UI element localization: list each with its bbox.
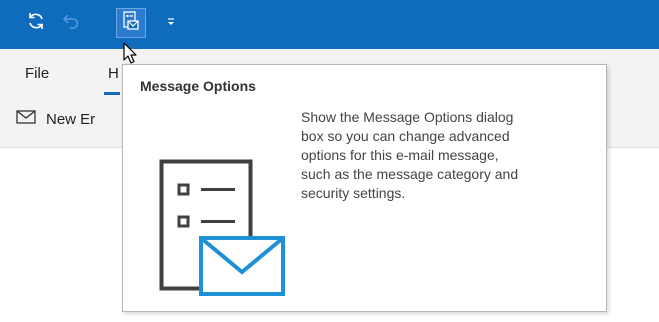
customize-toolbar-dropdown-icon <box>166 14 176 32</box>
tooltip-description: Show the Message Options dialog box so y… <box>301 108 591 203</box>
quick-access-toolbar <box>0 0 659 49</box>
tooltip-line: box so you can change advanced <box>301 128 510 144</box>
new-email-label: New Er <box>46 110 96 128</box>
tab-file[interactable]: File <box>25 65 49 82</box>
tooltip-line: such as the message category and <box>301 166 519 182</box>
tab-home[interactable]: H <box>108 65 119 82</box>
message-options-icon <box>122 10 140 36</box>
tooltip-line: options for this e-mail message, <box>301 147 499 163</box>
sync-icon <box>26 11 46 36</box>
message-options-button[interactable] <box>116 8 146 38</box>
message-options-tooltip: Message Options Show the Message Options… <box>122 64 607 312</box>
customize-toolbar-dropdown[interactable] <box>158 8 184 38</box>
new-email-button[interactable]: New Er <box>16 110 95 128</box>
sync-button[interactable] <box>21 8 51 38</box>
tooltip-line: Show the Message Options dialog <box>301 109 514 125</box>
undo-icon <box>62 12 80 35</box>
undo-button[interactable] <box>56 8 86 38</box>
envelope-icon <box>16 110 36 128</box>
tooltip-title: Message Options <box>140 78 256 94</box>
tooltip-line: security settings. <box>301 185 406 201</box>
mouse-pointer-icon <box>123 42 139 71</box>
active-tab-indicator <box>104 92 120 95</box>
message-options-illustration-icon <box>159 159 285 304</box>
